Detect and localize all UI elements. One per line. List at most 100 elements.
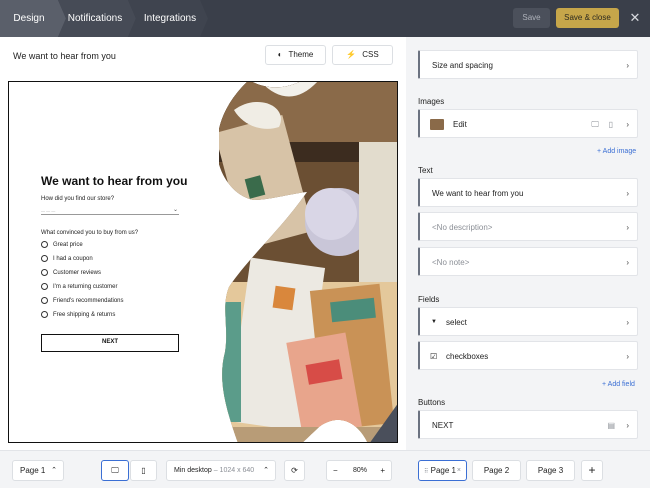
text-section-title: Text [418,166,433,175]
css-button-label: CSS [362,50,379,59]
radio-icon [41,255,48,262]
text-item-label: <No note> [432,258,470,267]
option-label: I'm a returning customer [53,284,118,291]
question-convinced: What convinced you to buy from us? [41,230,139,236]
desktop-icon: 🖵 [111,466,119,475]
mobile-icon: ▯ [141,466,146,475]
tab-notifications-label: Notifications [67,13,123,24]
option-label: Free shipping & returns [53,312,116,319]
save-and-close-button[interactable]: Save & close [556,8,619,28]
desktop-view-button[interactable]: 🖵 [101,460,129,481]
image-edit-label: Edit [453,120,467,129]
tab-notifications[interactable]: Notifications [62,0,128,37]
page-tab-label: Page 3 [537,466,564,475]
chevron-right-icon: › [626,61,629,70]
lightning-icon: ⚡ [346,50,357,59]
radio-icon [41,283,48,290]
chevron-right-icon: › [626,318,629,327]
fields-section-title: Fields [418,295,440,304]
size-spacing-card[interactable]: Size and spacing › [418,50,638,79]
close-icon[interactable]: ✕ [628,11,642,25]
image-thumbnail [430,119,444,130]
form-canvas[interactable]: We want to hear from you How did you fin… [8,81,398,443]
buttons-section-title: Buttons [418,398,446,407]
zoom-out-icon[interactable]: − [333,461,338,480]
field-item-checkboxes[interactable]: ☑ checkboxes › [418,341,638,370]
option-reviews[interactable]: Customer reviews [41,269,101,276]
radio-icon [41,297,48,304]
tab-design-label: Design [13,13,45,24]
text-item-description[interactable]: <No description> › [418,212,638,241]
image-item[interactable]: Edit 🖵 ▯ › [418,109,638,138]
option-free-shipping[interactable]: Free shipping & returns [41,311,115,318]
select-placeholder: — — — [41,208,56,213]
tab-integrations[interactable]: Integrations [134,0,206,37]
viewport-size: 1024 x 640 [219,467,255,474]
mobile-view-button[interactable]: ▯ [130,460,157,481]
text-item-label: <No description> [432,223,493,232]
radio-icon [41,269,48,276]
option-coupon[interactable]: I had a coupon [41,255,93,262]
add-page-button[interactable]: + [581,460,603,481]
tab-design[interactable]: Design [0,0,58,37]
next-button[interactable]: NEXT [41,334,179,352]
chevron-up-icon: ⌃ [263,467,269,474]
option-label: I had a coupon [53,256,93,263]
button-item-label: NEXT [432,421,454,430]
page-tab-label: Page 1 [430,466,456,475]
chevron-right-icon: › [626,223,629,232]
field-item-label: checkboxes [446,352,489,361]
zoom-in-icon[interactable]: + [380,461,385,480]
page-tab-2[interactable]: Page 2 [472,460,521,481]
text-item-note[interactable]: <No note> › [418,247,638,276]
drag-handle-icon[interactable]: ⠿ [424,469,428,475]
page-title: We want to hear from you [13,51,116,61]
rotate-icon: ⟳ [291,466,298,475]
tab-integrations-label: Integrations [143,13,197,24]
rotate-button[interactable]: ⟳ [284,460,305,481]
text-item-title[interactable]: We want to hear from you › [418,178,638,207]
radio-icon [41,241,48,248]
add-image-link[interactable]: + Add image [597,148,636,155]
viewport-select[interactable]: Min desktop – 1024 x 640 ⌃ [166,460,276,481]
form-title[interactable]: We want to hear from you [41,174,187,188]
desktop-icon: 🖵 [591,120,599,129]
field-item-label: select [446,318,467,327]
chevron-right-icon: › [626,120,629,129]
product-photo[interactable] [219,82,398,443]
page-tab-label: Page 2 [483,466,510,475]
option-great-price[interactable]: Great price [41,241,83,248]
option-friends[interactable]: Friend's recommendations [41,297,124,304]
zoom-control: − 80% + [326,460,392,481]
plus-icon: + [588,463,596,477]
store-source-select[interactable] [41,214,179,215]
page-select-value: Page 1 [20,466,46,475]
contrast-icon: ◐ [277,50,283,59]
images-section-title: Images [418,97,445,106]
viewport-label: Min desktop [174,467,212,474]
form-icon: ▤ [607,421,615,430]
theme-button[interactable]: ◐ Theme [265,45,326,65]
css-button[interactable]: ⚡ CSS [332,45,393,65]
option-label: Great price [53,242,83,249]
page-select[interactable]: Page 1 ⌃ [12,460,64,481]
page-tab-3[interactable]: Page 3 [526,460,575,481]
chevron-right-icon: › [626,189,629,198]
close-icon[interactable]: × [457,461,461,480]
question-store-source: How did you find our store? [41,196,115,202]
checkbox-icon: ☑ [430,352,438,361]
chevron-right-icon: › [626,421,629,430]
add-field-link[interactable]: + Add field [602,381,635,388]
field-item-select[interactable]: ▼ select › [418,307,638,336]
size-spacing-label: Size and spacing [432,61,493,70]
radio-icon [41,311,48,318]
button-item-next[interactable]: NEXT ▤ › [418,410,638,439]
option-returning[interactable]: I'm a returning customer [41,283,118,290]
text-item-label: We want to hear from you [432,189,524,198]
page-tab-1[interactable]: ⠿ Page 1 × [418,460,467,481]
chevron-right-icon: › [626,352,629,361]
save-button[interactable]: Save [513,8,550,28]
option-label: Customer reviews [53,270,102,277]
chevron-down-icon: ⌄ [173,207,179,213]
mobile-icon: ▯ [608,120,613,129]
